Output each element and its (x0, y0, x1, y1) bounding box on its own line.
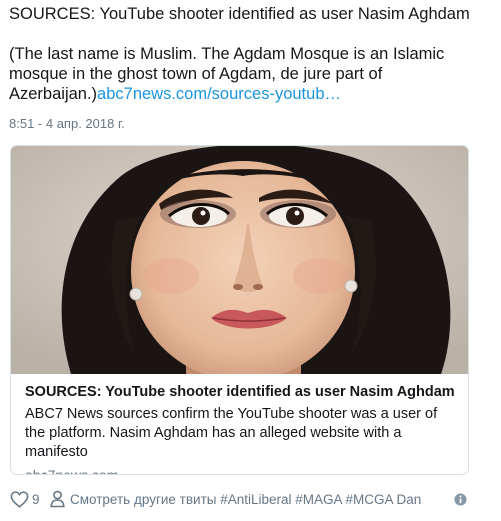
info-icon[interactable] (454, 493, 467, 509)
more-tweets-link[interactable]: Смотреть другие твиты #AntiLiberal #MAGA… (70, 491, 421, 509)
heart-icon[interactable] (10, 491, 29, 511)
tweet-text: SOURCES: YouTube shooter identified as u… (9, 4, 489, 104)
person-icon (50, 490, 65, 511)
link-preview-card[interactable]: SOURCES: YouTube shooter identified as u… (10, 145, 469, 475)
card-description: ABC7 News sources confirm the YouTube sh… (25, 406, 438, 460)
card-body: SOURCES: YouTube shooter identified as u… (25, 383, 461, 475)
card-title: SOURCES: YouTube shooter identified as u… (25, 384, 455, 400)
tweet-headline: SOURCES: YouTube shooter identified as u… (9, 5, 470, 23)
tweet-link[interactable]: abc7news.com/sources-youtub… (97, 85, 341, 103)
tweet-commentary: (The last name is Muslim. The Agdam Mosq… (9, 44, 489, 104)
card-domain: abc7news.com (25, 467, 119, 475)
card-image (11, 146, 468, 374)
tweet-actions: 9 Смотреть другие твиты #AntiLiberal #MA… (10, 489, 485, 511)
portrait-illustration (11, 146, 468, 374)
like-count: 9 (32, 492, 40, 507)
tweet-timestamp[interactable]: 8:51 - 4 апр. 2018 г. (9, 116, 125, 131)
